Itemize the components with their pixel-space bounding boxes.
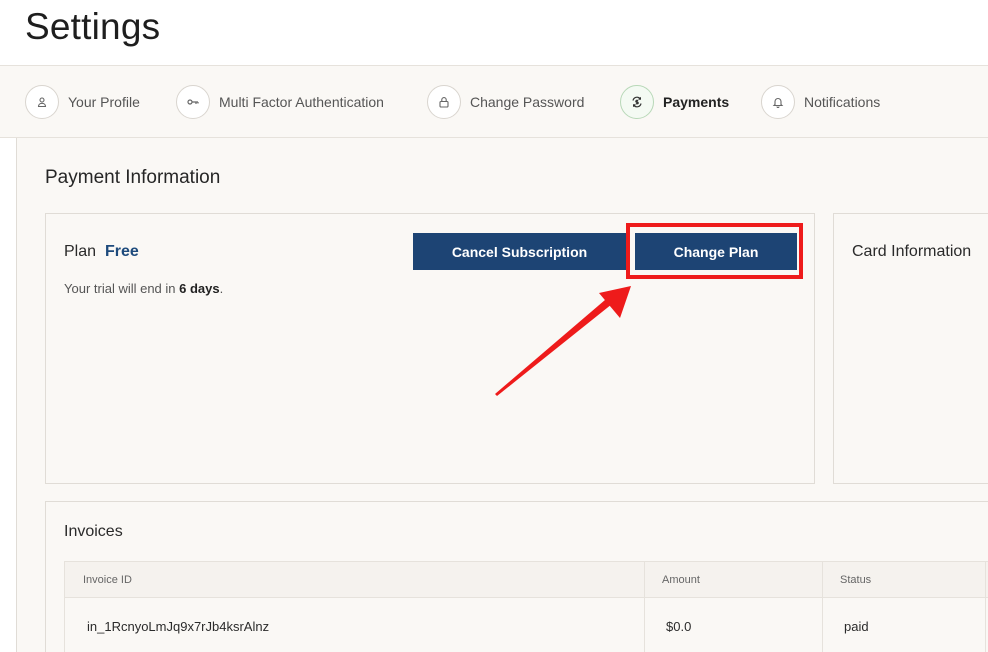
plan-value: Free (105, 243, 139, 260)
column-header-status: Status (840, 574, 872, 586)
invoice-id-cell: in_1RcnyoLmJq9x7rJb4ksrAlnz (87, 618, 270, 634)
key-icon (176, 85, 210, 119)
page-title: Settings (25, 6, 161, 47)
column-divider (644, 562, 645, 652)
payments-content: Payment Information Plan Free Your trial… (16, 138, 988, 652)
invoices-title: Invoices (64, 523, 123, 540)
tab-label: Notifications (804, 94, 881, 110)
card-information-card: Card Information (833, 213, 988, 484)
bell-icon (761, 85, 795, 119)
tab-notifications[interactable]: Notifications (761, 83, 880, 121)
tab-label: Change Password (470, 94, 585, 110)
tab-label: Multi Factor Authentication (219, 94, 384, 110)
tab-change-password[interactable]: Change Password (427, 83, 584, 121)
amount-cell: $0.0 (666, 618, 692, 634)
trial-days: 6 days (179, 281, 220, 296)
invoices-table: Invoice ID Amount Status in_1RcnyoLmJq9x… (64, 561, 988, 652)
status-cell: paid (844, 618, 869, 634)
tab-label: Payments (663, 94, 730, 110)
section-title: Payment Information (45, 167, 221, 188)
card-info-title: Card Information (852, 243, 972, 260)
lock-icon (427, 85, 461, 119)
trial-prefix: Your trial will end in (64, 281, 180, 296)
settings-tabs: Your Profile Multi Factor Authentication… (0, 66, 988, 138)
column-divider (985, 562, 986, 652)
trial-suffix: . (219, 281, 224, 296)
column-divider (822, 562, 823, 652)
column-header-invoice-id: Invoice ID (83, 574, 132, 586)
plan-card: Plan Free Your trial will end in 6 days.… (45, 213, 815, 484)
settings-page: Settings Your Profile Multi Factor Authe… (0, 0, 988, 652)
table-header: Invoice ID Amount Status (65, 562, 988, 598)
user-icon (25, 85, 59, 119)
tab-payments[interactable]: Payments (620, 83, 729, 121)
column-header-amount: Amount (662, 574, 700, 586)
change-plan-button[interactable]: Change Plan (635, 233, 797, 270)
cancel-subscription-button[interactable]: Cancel Subscription (413, 233, 626, 270)
trial-notice: Your trial will end in 6 days. (64, 281, 223, 296)
tab-label: Your Profile (68, 94, 140, 110)
title-bar: Settings (0, 0, 988, 66)
invoices-card: Invoices Invoice ID Amount Status in_1Rc… (45, 501, 988, 652)
payments-icon (620, 85, 654, 119)
tab-your-profile[interactable]: Your Profile (25, 83, 140, 121)
plan-label: Plan (64, 243, 97, 260)
table-row[interactable]: in_1RcnyoLmJq9x7rJb4ksrAlnz $0.0 paid (65, 598, 988, 652)
tab-multi-factor-authentication[interactable]: Multi Factor Authentication (176, 83, 384, 121)
